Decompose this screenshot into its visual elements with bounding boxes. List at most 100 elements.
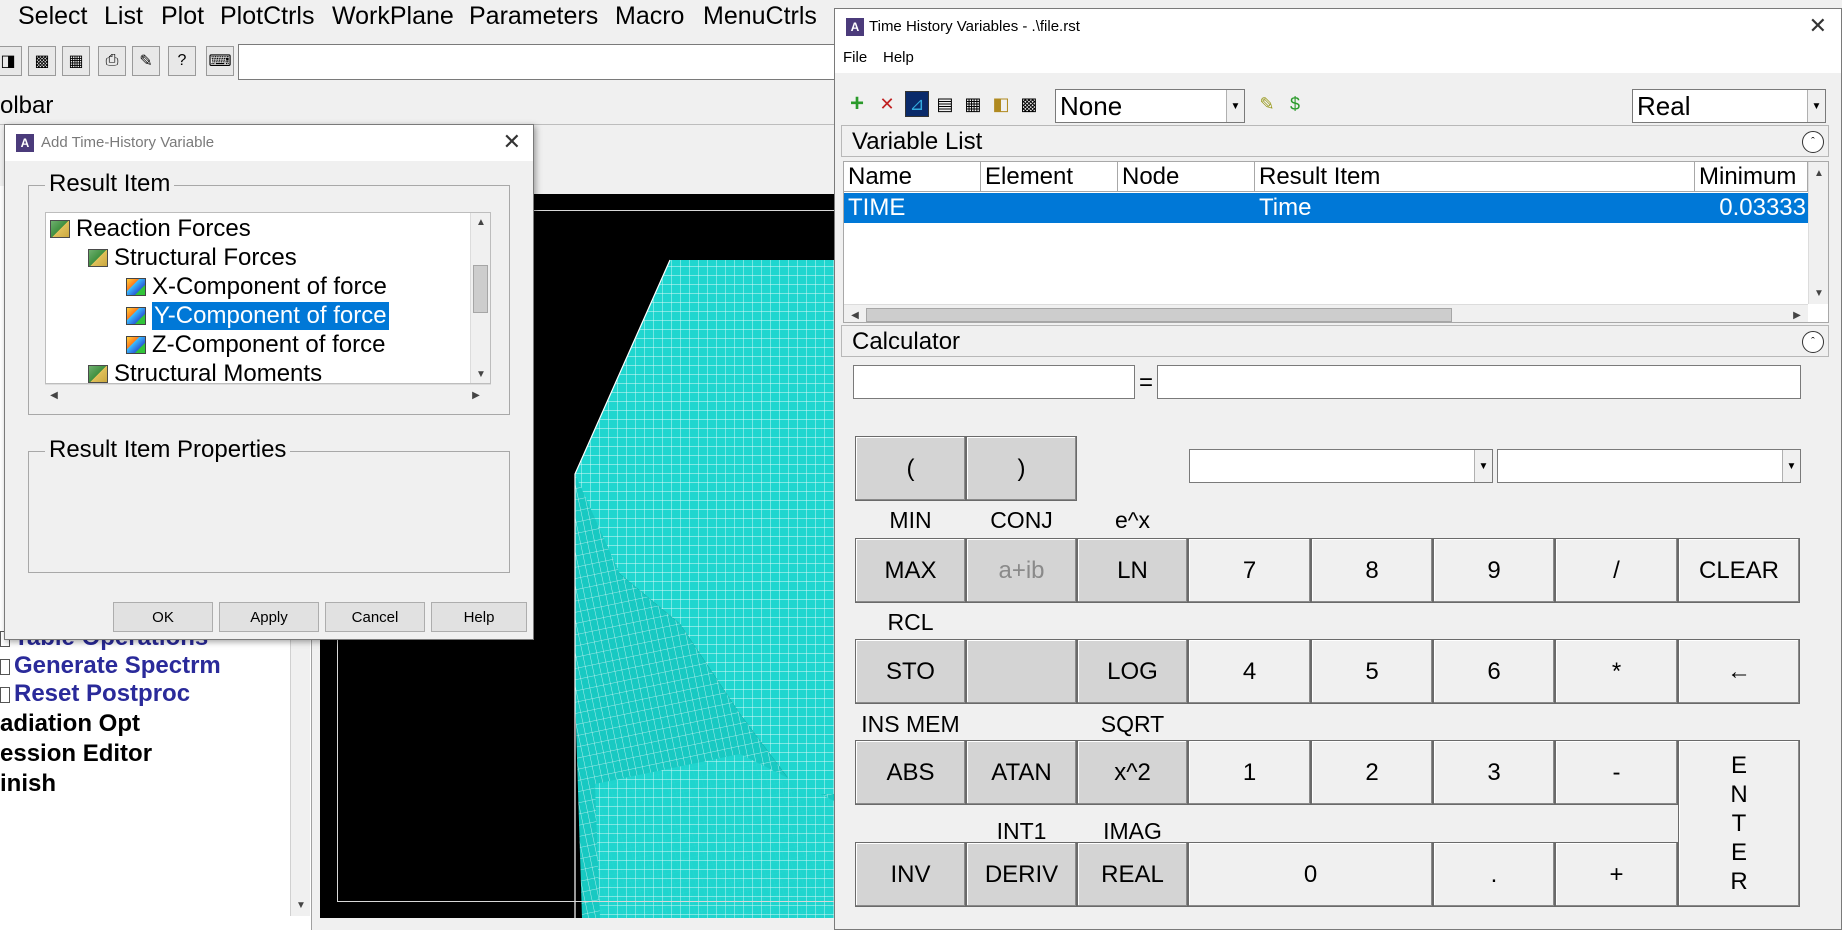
four-button[interactable]: 4 <box>1188 639 1311 704</box>
tree-node-structural-moments[interactable]: Structural Moments <box>88 360 322 383</box>
save-icon[interactable]: ▩ <box>28 46 56 76</box>
keyboard-icon[interactable]: ⌨ <box>206 46 234 76</box>
tree-item-radiation-opt[interactable]: adiation Opt <box>0 710 140 738</box>
seven-button[interactable]: 7 <box>1188 538 1311 603</box>
save-icon[interactable]: ▩ <box>1017 91 1041 117</box>
zero-button[interactable]: 0 <box>1188 842 1433 907</box>
minus-button[interactable]: - <box>1555 740 1678 805</box>
scroll-down-icon[interactable]: ▼ <box>294 898 308 912</box>
two-button[interactable]: 2 <box>1311 740 1433 805</box>
chevron-down-icon[interactable]: ▼ <box>1226 90 1244 122</box>
scroll-thumb[interactable] <box>473 265 488 313</box>
collapse-icon[interactable]: ˆ <box>1802 131 1824 153</box>
eight-button[interactable]: 8 <box>1311 538 1433 603</box>
scroll-left-icon[interactable]: ◀ <box>848 308 862 322</box>
menu-parameters[interactable]: Parameters <box>469 2 598 31</box>
atan-button[interactable]: ATAN <box>966 740 1077 805</box>
open-paren-button[interactable]: ( <box>855 436 966 501</box>
variable-list-table[interactable]: Name Element Node Result Item Minimum TI… <box>843 161 1829 323</box>
complex-button[interactable]: a+ib <box>966 538 1077 603</box>
menu-menuctrls[interactable]: MenuCtrls <box>703 2 817 31</box>
ok-button[interactable]: OK <box>113 602 213 632</box>
calc-expression-input[interactable] <box>1157 365 1801 399</box>
table-vscrollbar[interactable]: ▲ ▼ <box>1808 162 1828 304</box>
tree-hscrollbar[interactable]: ◀ ▶ <box>45 384 491 404</box>
divide-button[interactable]: / <box>1555 538 1678 603</box>
export-icon[interactable]: $ <box>1283 91 1307 117</box>
open-icon[interactable]: ◧ <box>989 91 1013 117</box>
tree-node-reaction-forces[interactable]: Reaction Forces <box>50 215 251 243</box>
menu-plotctrls[interactable]: PlotCtrls <box>220 2 314 31</box>
delete-icon[interactable]: ✕ <box>875 91 899 117</box>
clear-button[interactable]: CLEAR <box>1678 538 1800 603</box>
column-header-result-item[interactable]: Result Item <box>1255 162 1695 192</box>
menu-macro[interactable]: Macro <box>615 2 684 31</box>
collapse-icon[interactable]: ˆ <box>1802 331 1824 353</box>
real-imag-combo[interactable]: Real ▼ <box>1632 89 1826 123</box>
plus-button[interactable]: + <box>1555 842 1678 907</box>
tree-node-z-component[interactable]: Z-Component of force <box>126 331 385 359</box>
chevron-down-icon[interactable]: ▼ <box>1474 450 1492 482</box>
sto-button[interactable]: STO <box>855 639 966 704</box>
scroll-right-icon[interactable]: ▶ <box>469 388 483 402</box>
db-icon[interactable]: ▦ <box>62 46 90 76</box>
close-icon[interactable]: ✕ <box>1809 13 1827 39</box>
command-input[interactable] <box>238 44 840 80</box>
menu-help[interactable]: Help <box>883 49 914 66</box>
blank-button[interactable] <box>966 639 1077 704</box>
log-button[interactable]: LOG <box>1077 639 1188 704</box>
table-hscrollbar[interactable]: ◀ ▶ <box>844 304 1808 322</box>
import-icon[interactable]: ✎ <box>1255 91 1279 117</box>
menu-file[interactable]: File <box>843 49 867 66</box>
thv-titlebar[interactable]: A Time History Variables - .\file.rst ✕ <box>835 9 1841 45</box>
tree-node-y-component[interactable]: Y-Component of force <box>126 302 389 330</box>
menu-list[interactable]: List <box>104 2 143 31</box>
scroll-up-icon[interactable]: ▲ <box>1812 166 1826 180</box>
chevron-down-icon[interactable]: ▼ <box>1807 90 1825 122</box>
variable-combo[interactable]: None ▼ <box>1055 89 1245 123</box>
column-header-element[interactable]: Element <box>981 162 1118 192</box>
decimal-button[interactable]: . <box>1433 842 1555 907</box>
chevron-down-icon[interactable]: ▼ <box>1782 450 1800 482</box>
ln-button[interactable]: LN <box>1077 538 1188 603</box>
open-icon[interactable]: ◨ <box>0 46 22 76</box>
column-header-node[interactable]: Node <box>1118 162 1255 192</box>
tree-node-structural-forces[interactable]: Structural Forces <box>88 244 297 272</box>
report-icon[interactable]: ✎ <box>132 46 160 76</box>
abs-button[interactable]: ABS <box>855 740 966 805</box>
three-button[interactable]: 3 <box>1433 740 1555 805</box>
square-button[interactable]: x^2 <box>1077 740 1188 805</box>
cancel-button[interactable]: Cancel <box>325 602 425 632</box>
nine-button[interactable]: 9 <box>1433 538 1555 603</box>
real-button[interactable]: REAL <box>1077 842 1188 907</box>
scroll-right-icon[interactable]: ▶ <box>1790 308 1804 322</box>
tree-node-x-component[interactable]: X-Component of force <box>126 273 387 301</box>
menu-select[interactable]: Select <box>18 2 87 31</box>
one-button[interactable]: 1 <box>1188 740 1311 805</box>
inv-button[interactable]: INV <box>855 842 966 907</box>
scroll-down-icon[interactable]: ▼ <box>1812 286 1826 300</box>
tree-item-finish[interactable]: inish <box>0 770 56 798</box>
calc-function-combo[interactable]: ▼ <box>1497 449 1801 483</box>
menu-plot[interactable]: Plot <box>161 2 204 31</box>
multiply-button[interactable]: * <box>1555 639 1678 704</box>
result-item-tree[interactable]: Reaction Forces Structural Forces X-Comp… <box>45 212 491 384</box>
deriv-button[interactable]: DERIV <box>966 842 1077 907</box>
close-paren-button[interactable]: ) <box>966 436 1077 501</box>
apply-button[interactable]: Apply <box>219 602 319 632</box>
print-icon[interactable]: ⎙ <box>98 46 126 76</box>
dialog-titlebar[interactable]: A Add Time-History Variable ✕ <box>5 125 533 161</box>
close-icon[interactable]: ✕ <box>503 129 521 155</box>
scroll-thumb[interactable] <box>866 308 1452 322</box>
six-button[interactable]: 6 <box>1433 639 1555 704</box>
column-header-minimum[interactable]: Minimum <box>1695 162 1808 192</box>
five-button[interactable]: 5 <box>1311 639 1433 704</box>
backspace-button[interactable]: ← <box>1678 639 1800 704</box>
calc-variable-name-input[interactable] <box>853 365 1135 399</box>
scroll-up-icon[interactable]: ▲ <box>474 215 488 229</box>
scroll-left-icon[interactable]: ◀ <box>47 388 61 402</box>
scroll-down-icon[interactable]: ▼ <box>474 367 488 381</box>
max-button[interactable]: MAX <box>855 538 966 603</box>
tree-vscrollbar[interactable]: ▲ ▼ <box>470 213 490 383</box>
tree-item-reset-postproc[interactable]: Reset Postproc <box>0 680 190 708</box>
